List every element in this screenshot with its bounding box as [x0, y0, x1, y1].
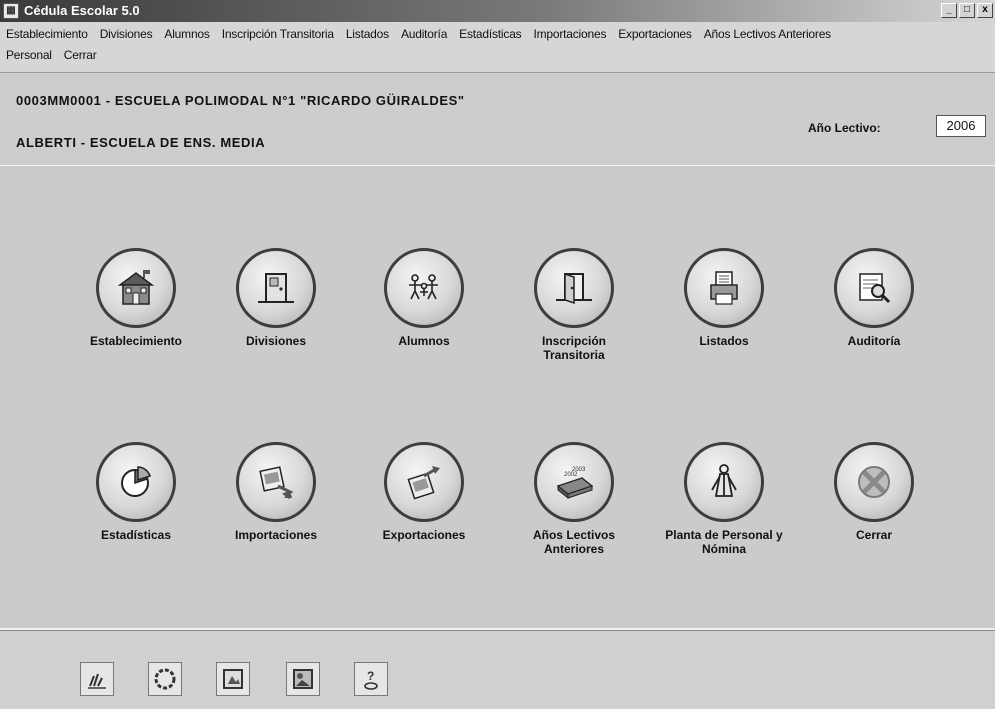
door-icon: [236, 248, 316, 328]
tile-label: Inscripción Transitoria: [541, 334, 606, 362]
tile-label: Planta de Personal y Nómina: [665, 528, 783, 556]
students-icon: [384, 248, 464, 328]
picture-tool-icon[interactable]: [286, 662, 320, 696]
tile-importaciones[interactable]: Importaciones: [216, 442, 336, 542]
printer-icon: [684, 248, 764, 328]
image-tool-icon[interactable]: [216, 662, 250, 696]
maximize-button[interactable]: □: [959, 3, 975, 18]
tile-label: Cerrar: [855, 528, 893, 542]
circle-tool-icon[interactable]: [148, 662, 182, 696]
menu-bar: Establecimiento Divisiones Alumnos Inscr…: [0, 22, 995, 72]
tile-exportaciones[interactable]: Exportaciones: [364, 442, 484, 542]
magnifier-document-icon: [834, 248, 914, 328]
tile-anos-lectivos-anteriores[interactable]: 2002 2003 Años Lectivos Anteriores: [514, 442, 634, 556]
person-icon: [684, 442, 764, 522]
hand-tool-icon[interactable]: [80, 662, 114, 696]
window-title: Cédula Escolar 5.0: [24, 3, 140, 18]
help-tool-icon[interactable]: ?: [354, 662, 388, 696]
menu-exportaciones[interactable]: Exportaciones: [618, 27, 697, 41]
tile-label: Listados: [699, 334, 749, 348]
pie-chart-icon: [96, 442, 176, 522]
app-icon: ▦: [3, 3, 19, 19]
svg-text:2003: 2003: [572, 467, 586, 473]
svg-text:?: ?: [367, 669, 374, 683]
tile-divisiones[interactable]: Divisiones: [216, 248, 336, 348]
menu-personal[interactable]: Personal: [6, 48, 58, 62]
tile-estadisticas[interactable]: Estadísticas: [76, 442, 196, 542]
close-icon: [834, 442, 914, 522]
tile-cerrar[interactable]: Cerrar: [814, 442, 934, 542]
tile-inscripcion-transitoria[interactable]: Inscripción Transitoria: [514, 248, 634, 362]
close-window-button[interactable]: x: [977, 3, 993, 18]
menu-divisiones[interactable]: Divisiones: [100, 27, 159, 41]
school-header: 0003MM0001 - ESCUELA POLIMODAL N°1 "RICA…: [0, 72, 995, 167]
main-panel: Establecimiento Divisiones Alumnos Inscr…: [0, 166, 995, 630]
school-code: 0003MM0001 - ESCUELA POLIMODAL N°1 "RICA…: [16, 93, 465, 108]
tile-label: Divisiones: [245, 334, 307, 348]
tile-label: Años Lectivos Anteriores: [532, 528, 616, 556]
school-building-icon: [96, 248, 176, 328]
menu-listados[interactable]: Listados: [346, 27, 395, 41]
tile-label: Exportaciones: [382, 528, 466, 542]
tile-label: Importaciones: [234, 528, 318, 542]
tile-establecimiento[interactable]: Establecimiento: [76, 248, 196, 348]
export-icon: [384, 442, 464, 522]
menu-estadisticas[interactable]: Estadísticas: [459, 27, 527, 41]
import-icon: [236, 442, 316, 522]
tile-label: Establecimiento: [89, 334, 183, 348]
tile-listados[interactable]: Listados: [664, 248, 784, 348]
minimize-button[interactable]: _: [941, 3, 957, 18]
menu-alumnos[interactable]: Alumnos: [164, 27, 215, 41]
tile-label: Estadísticas: [100, 528, 172, 542]
menu-cerrar[interactable]: Cerrar: [64, 48, 103, 62]
tile-label: Alumnos: [398, 334, 450, 348]
school-place: ALBERTI - ESCUELA DE ENS. MEDIA: [16, 135, 266, 150]
menu-importaciones[interactable]: Importaciones: [533, 27, 612, 41]
menu-establecimiento[interactable]: Establecimiento: [6, 27, 94, 41]
archive-records-icon: 2002 2003: [534, 442, 614, 522]
title-bar: ▦ Cédula Escolar 5.0 _ □ x: [0, 0, 995, 22]
bottom-toolbar: ?: [0, 632, 995, 709]
tile-label: Auditoría: [847, 334, 901, 348]
year-label: Año Lectivo:: [808, 121, 881, 135]
window-controls: _ □ x: [941, 3, 993, 18]
menu-anos-lectivos-anteriores[interactable]: Años Lectivos Anteriores: [704, 27, 837, 41]
menu-auditoria[interactable]: Auditoría: [401, 27, 453, 41]
open-door-icon: [534, 248, 614, 328]
tile-planta-de-personal[interactable]: Planta de Personal y Nómina: [664, 442, 784, 556]
tile-alumnos[interactable]: Alumnos: [364, 248, 484, 348]
year-field[interactable]: 2006: [936, 115, 986, 137]
tile-auditoria[interactable]: Auditoría: [814, 248, 934, 348]
menu-inscripcion-transitoria[interactable]: Inscripción Transitoria: [222, 27, 340, 41]
